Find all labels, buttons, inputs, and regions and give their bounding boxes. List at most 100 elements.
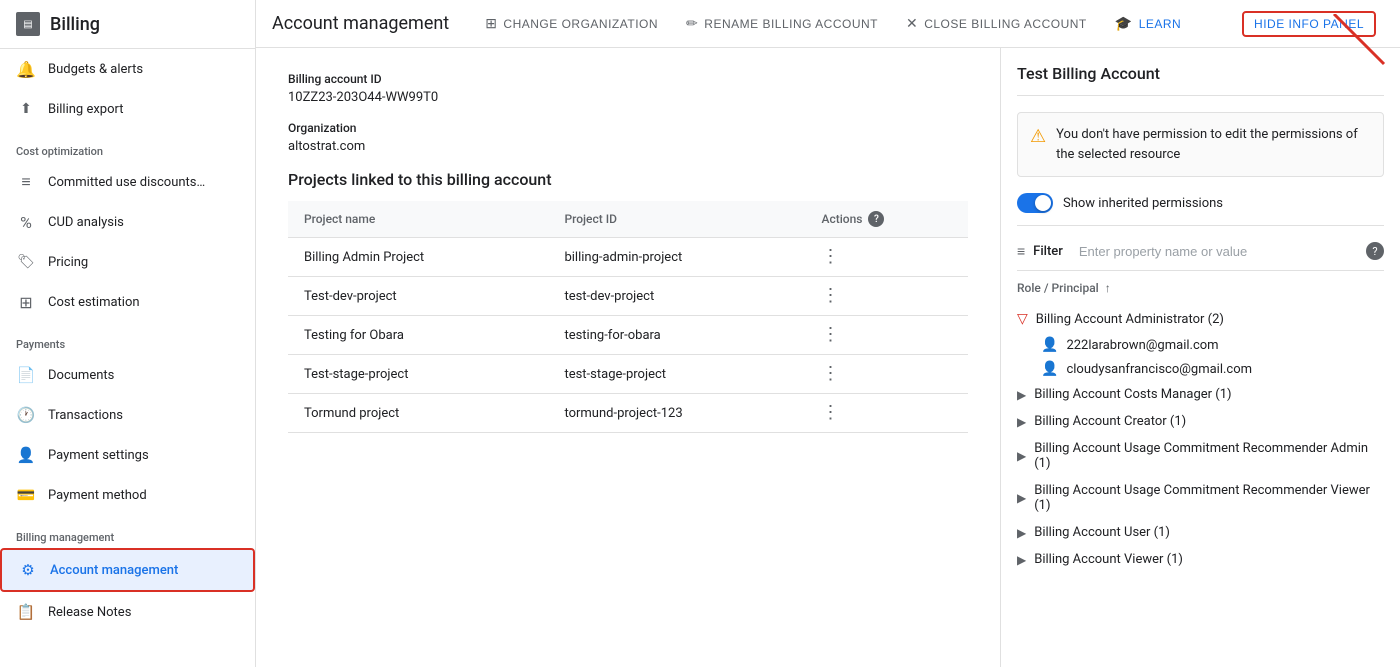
hide-info-label: HIDE INFO PANEL (1254, 17, 1364, 31)
billing-account-id-section: Billing account ID 10ZZ23-203O44-WW99T0 (288, 72, 968, 105)
kebab-menu[interactable]: ⋮ (821, 363, 839, 384)
sidebar-item-cost-estimation[interactable]: ⊞ Cost estimation (0, 282, 255, 322)
project-name-cell: Tormund project (288, 394, 548, 433)
sidebar-item-label: Payment method (48, 488, 147, 503)
role-item: ▶ Billing Account User (1) (1017, 519, 1384, 546)
documents-icon: 📄 (16, 365, 36, 385)
sidebar-item-documents[interactable]: 📄 Documents (0, 355, 255, 395)
rename-icon: ✏ (686, 15, 698, 32)
role-expand-toggle[interactable]: ▶ Billing Account Creator (1) (1017, 408, 1384, 435)
member-icon: 👤 (1041, 337, 1058, 353)
sidebar-item-release-notes[interactable]: 📋 Release Notes (0, 592, 255, 632)
organization-label: Organization (288, 121, 968, 135)
role-item: ▶ Billing Account Viewer (1) (1017, 546, 1384, 573)
project-id-cell: tormund-project-123 (548, 394, 805, 433)
table-row: Test-dev-project test-dev-project ⋮ (288, 277, 968, 316)
member-item: 👤 cloudysanfrancisco@gmail.com (1017, 357, 1384, 381)
toggle-label: Show inherited permissions (1063, 196, 1223, 211)
transactions-icon: 🕐 (16, 405, 36, 425)
sidebar-item-account-management[interactable]: ⚙ Account management (0, 548, 255, 592)
sidebar-item-label: Budgets & alerts (48, 62, 143, 77)
filter-row: ≡ Filter ? (1017, 242, 1384, 271)
section-cost-optimization: Cost optimization (0, 129, 255, 162)
role-label: Billing Account User (1) (1034, 525, 1170, 540)
project-actions-cell: ⋮ (805, 355, 968, 394)
filter-icon: ≡ (1017, 243, 1025, 260)
project-id-cell: test-stage-project (548, 355, 805, 394)
section-payments: Payments (0, 322, 255, 355)
sidebar-item-label: Billing export (48, 102, 123, 117)
release-notes-icon: 📋 (16, 602, 36, 622)
actions-help-icon[interactable]: ? (868, 211, 884, 227)
cost-estimation-icon: ⊞ (16, 292, 36, 312)
kebab-menu[interactable]: ⋮ (821, 246, 839, 267)
change-org-label: CHANGE ORGANIZATION (503, 17, 658, 31)
project-name-cell: Test-stage-project (288, 355, 548, 394)
warning-box: ⚠ You don't have permission to edit the … (1017, 112, 1384, 177)
role-expand-toggle[interactable]: ▶ Billing Account Usage Commitment Recom… (1017, 477, 1384, 519)
role-collapsed-icon: ▶ (1017, 491, 1026, 505)
role-principal-header: Role / Principal ↑ (1017, 281, 1384, 295)
project-actions-cell: ⋮ (805, 238, 968, 277)
sidebar-item-label: Committed use discounts… (48, 175, 205, 190)
sidebar-item-cud-analysis[interactable]: % CUD analysis (0, 202, 255, 242)
filter-input[interactable] (1079, 244, 1358, 259)
projects-table: Project name Project ID Actions ? (288, 201, 968, 433)
kebab-menu[interactable]: ⋮ (821, 402, 839, 423)
learn-icon: 🎓 (1115, 15, 1133, 32)
role-expand-toggle[interactable]: ▶ Billing Account Costs Manager (1) (1017, 381, 1384, 408)
kebab-menu[interactable]: ⋮ (821, 285, 839, 306)
member-icon: 👤 (1041, 361, 1058, 377)
project-name-cell: Testing for Obara (288, 316, 548, 355)
show-inherited-toggle[interactable] (1017, 193, 1053, 213)
role-collapsed-icon: ▶ (1017, 388, 1026, 402)
rename-billing-account-button[interactable]: ✏ RENAME BILLING ACCOUNT (674, 9, 890, 38)
project-name-cell: Billing Admin Project (288, 238, 548, 277)
role-collapsed-icon: ▶ (1017, 553, 1026, 567)
learn-button[interactable]: 🎓 LEARN (1103, 9, 1193, 38)
role-label: Billing Account Usage Commitment Recomme… (1034, 441, 1384, 471)
sidebar-item-transactions[interactable]: 🕐 Transactions (0, 395, 255, 435)
app-title: Billing (50, 14, 100, 35)
sidebar-item-budgets-alerts[interactable]: 🔔 Budgets & alerts (0, 49, 255, 89)
sidebar-item-label: Release Notes (48, 605, 131, 620)
project-actions-cell: ⋮ (805, 316, 968, 355)
sidebar-item-committed-use[interactable]: ≡ Committed use discounts… (0, 162, 255, 202)
sidebar-item-pricing[interactable]: 🏷 Pricing (0, 242, 255, 282)
sort-icon[interactable]: ↑ (1105, 281, 1111, 295)
learn-label: LEARN (1139, 17, 1182, 31)
warning-icon: ⚠ (1030, 126, 1046, 147)
role-item: ▶ Billing Account Usage Commitment Recom… (1017, 477, 1384, 519)
filter-label: Filter (1033, 244, 1063, 259)
billing-account-id-label: Billing account ID (288, 72, 968, 86)
sidebar-item-payment-method[interactable]: 💳 Payment method (0, 475, 255, 515)
role-expand-toggle[interactable]: ▶ Billing Account Usage Commitment Recom… (1017, 435, 1384, 477)
section-billing-management: Billing management (0, 515, 255, 548)
billing-account-id-value: 10ZZ23-203O44-WW99T0 (288, 90, 968, 105)
col-project-name: Project name (288, 201, 548, 238)
sidebar: ▤ Billing 🔔 Budgets & alerts ⬆ Billing e… (0, 0, 256, 667)
table-row: Tormund project tormund-project-123 ⋮ (288, 394, 968, 433)
col-actions: Actions ? (805, 201, 968, 238)
page-title: Account management (272, 13, 449, 34)
sidebar-item-payment-settings[interactable]: 👤 Payment settings (0, 435, 255, 475)
pricing-icon: 🏷 (16, 252, 36, 272)
budgets-alerts-icon: 🔔 (16, 59, 36, 79)
sidebar-item-billing-export[interactable]: ⬆ Billing export (0, 89, 255, 129)
role-expand-toggle[interactable]: ▶ Billing Account Viewer (1) (1017, 546, 1384, 573)
role-label: Billing Account Creator (1) (1034, 414, 1186, 429)
toggle-row: Show inherited permissions (1017, 193, 1384, 226)
kebab-menu[interactable]: ⋮ (821, 324, 839, 345)
role-item: ▶ Billing Account Usage Commitment Recom… (1017, 435, 1384, 477)
close-billing-account-button[interactable]: ✕ CLOSE BILLING ACCOUNT (894, 9, 1099, 38)
toggle-knob (1035, 195, 1051, 211)
role-expand-toggle[interactable]: ▽ Billing Account Administrator (2) (1017, 305, 1384, 333)
change-organization-button[interactable]: ⊞ CHANGE ORGANIZATION (473, 9, 670, 38)
role-expanded-icon: ▽ (1017, 311, 1028, 327)
project-name-cell: Test-dev-project (288, 277, 548, 316)
filter-help-icon[interactable]: ? (1366, 242, 1384, 260)
projects-section-title: Projects linked to this billing account (288, 170, 968, 189)
role-expand-toggle[interactable]: ▶ Billing Account User (1) (1017, 519, 1384, 546)
hide-info-panel-button[interactable]: HIDE INFO PANEL (1242, 11, 1376, 37)
sidebar-item-label: Pricing (48, 255, 88, 270)
